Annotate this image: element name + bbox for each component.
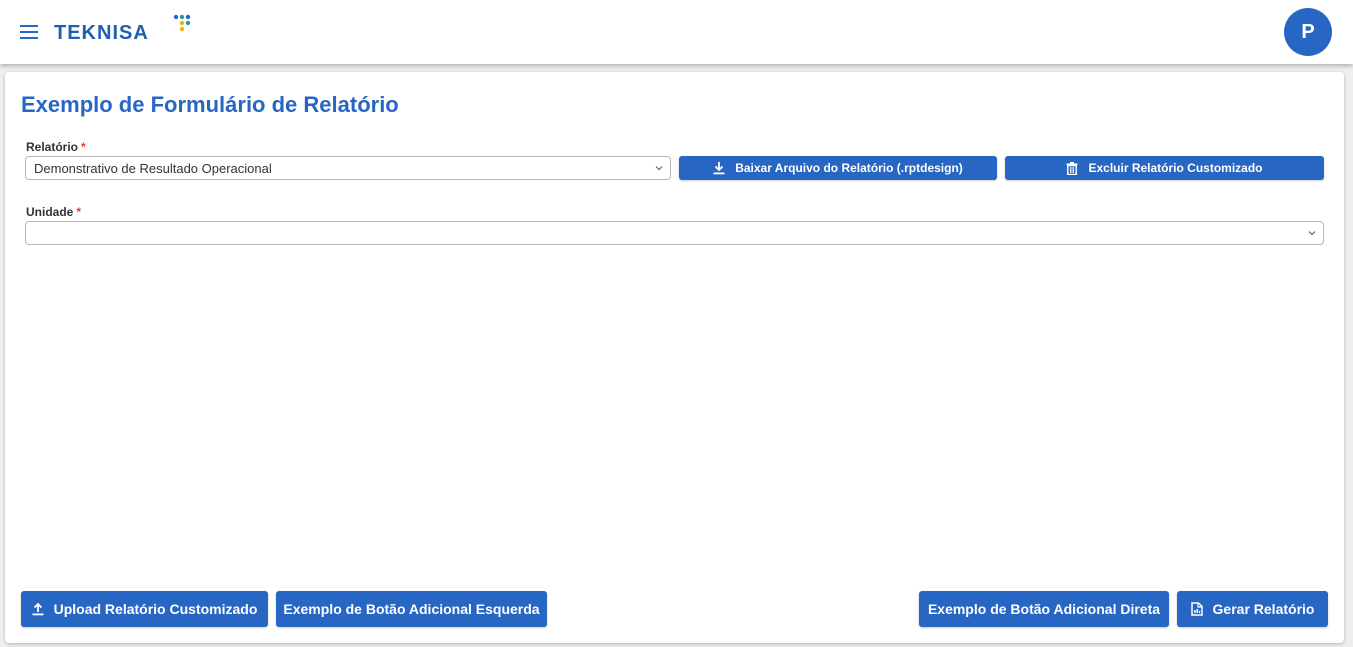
unidade-label-text: Unidade <box>26 205 74 219</box>
extra-right-label: Exemplo de Botão Adicional Direta <box>927 601 1161 617</box>
logo-text: TEKNISA <box>54 22 149 44</box>
upload-icon <box>32 602 44 615</box>
relatorio-label: Relatório * <box>26 140 86 154</box>
chevron-down-icon <box>655 166 663 171</box>
page-title: Exemplo de Formulário de Relatório <box>21 92 399 117</box>
user-avatar[interactable]: P <box>1284 8 1332 56</box>
upload-custom-report-button[interactable]: Upload Relatório Customizado <box>21 591 268 627</box>
download-report-button[interactable]: Baixar Arquivo do Relatório (.rptdesign) <box>679 156 997 180</box>
generate-report-button[interactable]: Gerar Relatório <box>1177 591 1328 627</box>
delete-custom-report-label: Excluir Relatório Customizado <box>1088 161 1263 175</box>
relatorio-select[interactable]: Demonstrativo de Resultado Operacional <box>25 156 671 180</box>
extra-left-button[interactable]: Exemplo de Botão Adicional Esquerda <box>276 591 547 627</box>
download-report-label: Baixar Arquivo do Relatório (.rptdesign) <box>735 161 963 175</box>
required-mark: * <box>76 205 82 219</box>
relatorio-label-text: Relatório <box>26 140 79 154</box>
unidade-label: Unidade * <box>26 205 81 219</box>
file-chart-icon <box>1190 602 1203 616</box>
report-form-card: Exemplo de Formulário de Relatório Relat… <box>5 72 1344 643</box>
unidade-select[interactable] <box>25 221 1324 245</box>
logo-dots-icon <box>173 14 191 32</box>
required-mark: * <box>81 140 86 154</box>
teknisa-logo[interactable]: TEKNISA <box>54 14 204 48</box>
generate-report-label: Gerar Relatório <box>1212 601 1315 617</box>
top-app-bar: TEKNISA P <box>0 0 1353 64</box>
avatar-initial: P <box>1301 20 1315 43</box>
menu-icon[interactable] <box>18 22 40 42</box>
relatorio-select-value: Demonstrativo de Resultado Operacional <box>34 161 272 176</box>
delete-custom-report-button[interactable]: Excluir Relatório Customizado <box>1005 156 1324 180</box>
extra-right-button[interactable]: Exemplo de Botão Adicional Direta <box>919 591 1169 627</box>
trash-icon <box>1066 161 1078 175</box>
extra-left-label: Exemplo de Botão Adicional Esquerda <box>283 601 540 617</box>
chevron-down-icon <box>1308 231 1316 236</box>
upload-custom-report-label: Upload Relatório Customizado <box>53 601 258 617</box>
download-icon <box>713 161 725 174</box>
